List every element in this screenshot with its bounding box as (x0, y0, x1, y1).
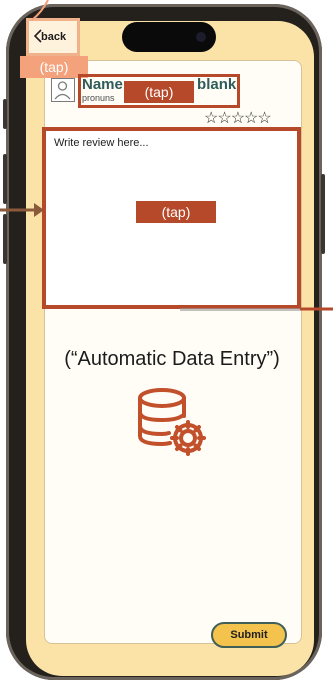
mute-button (3, 99, 7, 129)
volume-down-button (3, 214, 7, 264)
user-icon (54, 81, 71, 100)
back-button[interactable]: back (26, 18, 80, 56)
database-gear-icon (138, 388, 206, 456)
annotation-arrow-left (0, 203, 44, 217)
annotation-arrow-top (31, 0, 49, 21)
star-icons: ☆☆☆☆☆ (204, 110, 272, 127)
annotation-arrow-right (300, 307, 333, 311)
dynamic-island (122, 22, 216, 52)
divider (180, 308, 300, 311)
avatar (51, 78, 75, 102)
review-tap-annotation: (tap) (136, 201, 216, 223)
automatic-data-entry-label: (“Automatic Data Entry”) (64, 348, 280, 370)
power-button (321, 174, 325, 254)
camera-icon (196, 32, 206, 42)
star-rating[interactable]: ☆☆☆☆☆ (204, 108, 272, 128)
name-tap-annotation: (tap) (124, 81, 194, 103)
submit-button[interactable]: Submit (211, 622, 287, 648)
review-placeholder: Write review here... (54, 137, 149, 149)
volume-up-button (3, 154, 7, 204)
back-label: back (41, 31, 67, 43)
